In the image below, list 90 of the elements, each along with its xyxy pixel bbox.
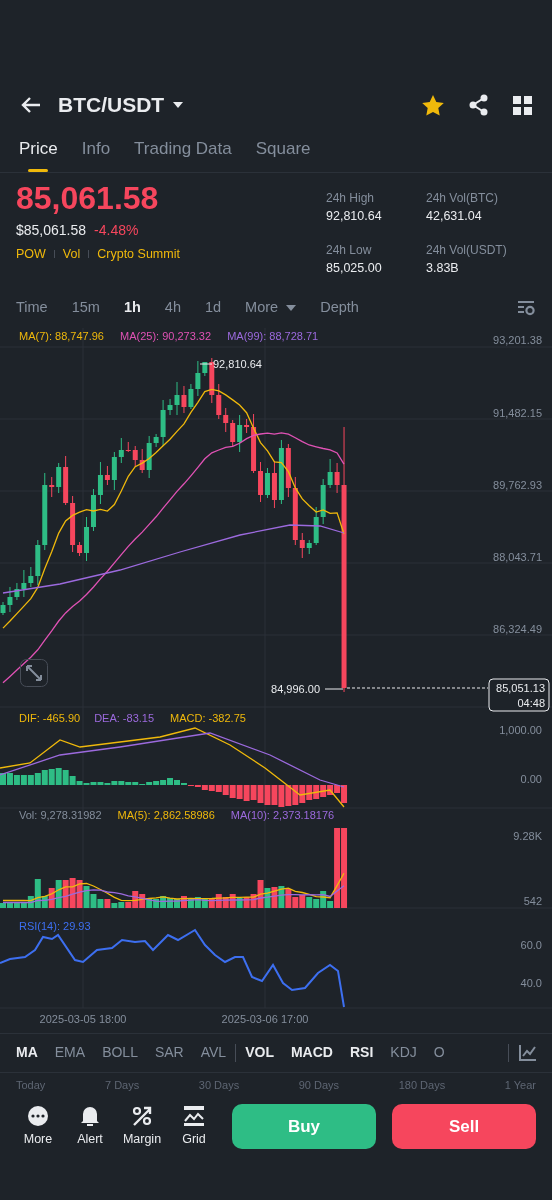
time-axis-label: 2025-03-05 18:00 xyxy=(39,1012,127,1025)
interval-tab[interactable]: Depth xyxy=(320,296,359,319)
more-icon xyxy=(27,1104,49,1127)
grid-icon[interactable] xyxy=(513,95,532,115)
indicator-tab[interactable]: RSI xyxy=(349,1042,374,1063)
tab[interactable]: Price xyxy=(19,130,58,172)
indicator-tab[interactable]: AVL xyxy=(200,1042,227,1063)
last-price-value: 85,051.13 xyxy=(496,681,545,694)
high-price-label: 92,810.64 xyxy=(213,357,262,370)
interval-tab[interactable]: Time xyxy=(16,296,48,319)
tab[interactable]: Info xyxy=(81,130,111,172)
sell-button[interactable]: Sell xyxy=(392,1104,536,1149)
price-change: -4.48% xyxy=(94,220,139,240)
indicator-value: MACD: -382.75 xyxy=(170,711,246,724)
stat-label: 24h Vol(USDT) xyxy=(426,241,508,259)
grid-chart-icon xyxy=(183,1104,205,1127)
indicator-axis-label: 9.28K xyxy=(513,829,542,842)
back-button[interactable] xyxy=(20,96,42,114)
indicator-axis-label: 542 xyxy=(523,894,542,907)
action-button[interactable]: Margin xyxy=(120,1104,164,1149)
bell-icon xyxy=(79,1104,101,1127)
countdown-timer: 04:48 xyxy=(517,696,545,709)
indicator-value: MA(10): 2,373.18176 xyxy=(230,808,335,821)
indicator-tab[interactable]: MA xyxy=(16,1042,38,1063)
low-price-label: 84,996.00 xyxy=(271,682,320,695)
period-option[interactable]: 30 Days xyxy=(198,1076,240,1093)
buy-button[interactable]: Buy xyxy=(232,1104,376,1149)
indicator-tab[interactable]: KDJ xyxy=(390,1042,417,1063)
tag-link[interactable]: POW xyxy=(16,244,46,264)
interval-tab[interactable]: 4h xyxy=(164,296,181,319)
indicator-axis-label: 40.0 xyxy=(520,976,542,989)
caret-icon xyxy=(172,101,185,109)
leader-line xyxy=(324,688,344,689)
tab[interactable]: Trading Data xyxy=(134,130,232,172)
interval-tab[interactable]: 1h xyxy=(123,296,141,319)
indicator-value: Vol: 9,278.31982 xyxy=(19,808,102,821)
stat-label: 24h Vol(BTC) xyxy=(426,189,500,207)
indicator-axis-label: 1,000.00 xyxy=(499,723,542,736)
percent-icon xyxy=(131,1104,153,1127)
price-axis-label: 93,201.38 xyxy=(493,333,542,346)
leader-line xyxy=(199,363,213,364)
indicator-axis-label: 0.00 xyxy=(520,772,542,785)
action-button[interactable]: More xyxy=(16,1104,60,1149)
indicator-tab[interactable]: SAR xyxy=(154,1042,184,1063)
stat-value: 3.83B xyxy=(426,259,460,277)
price-tag-background xyxy=(488,678,550,711)
indicator-tab[interactable]: BOLL xyxy=(102,1042,138,1063)
star-icon[interactable] xyxy=(421,93,445,117)
indicator-value: MA(5): 2,862.58986 xyxy=(117,808,215,821)
caret-icon xyxy=(286,304,297,311)
price-axis-label: 91,482.15 xyxy=(493,406,542,419)
line-chart-icon[interactable] xyxy=(519,1044,536,1061)
indicator-tab[interactable]: MACD xyxy=(290,1042,333,1063)
stat-value: 85,025.00 xyxy=(326,259,383,277)
period-option[interactable]: 180 Days xyxy=(398,1076,446,1093)
indicator-value: MA(7): 88,747.96 xyxy=(19,329,104,342)
interval-tab[interactable]: More xyxy=(245,296,297,319)
tag-link[interactable]: Crypto Summit xyxy=(97,244,180,264)
indicator-value: DIF: -465.90 xyxy=(19,711,81,724)
price-axis-label: 86,324.49 xyxy=(493,622,542,635)
tab[interactable]: Square xyxy=(255,130,311,172)
share-icon[interactable] xyxy=(469,94,489,116)
indicator-tab[interactable]: VOL xyxy=(245,1042,274,1063)
indicator-value: MA(25): 90,273.32 xyxy=(120,329,212,342)
price-axis-label: 89,762.93 xyxy=(493,478,542,491)
indicator-tab[interactable]: O xyxy=(433,1042,445,1063)
period-option[interactable]: Today xyxy=(16,1076,46,1093)
stat-label: 24h Low xyxy=(326,241,373,259)
stat-value: 92,810.64 xyxy=(326,207,383,225)
indicator-value: MA(99): 88,728.71 xyxy=(227,329,319,342)
period-option[interactable]: 7 Days xyxy=(104,1076,140,1093)
tag-link[interactable]: Vol xyxy=(62,244,81,264)
chart-settings-icon[interactable] xyxy=(518,299,536,316)
indicator-value: DEA: -83.15 xyxy=(94,711,155,724)
period-option[interactable]: 90 Days xyxy=(298,1076,340,1093)
interval-tab[interactable]: 1d xyxy=(204,296,222,319)
price-axis-label: 88,043.71 xyxy=(493,550,542,563)
usd-price: $85,061.58 xyxy=(16,220,87,240)
indicator-tab[interactable]: EMA xyxy=(54,1042,86,1063)
period-option[interactable]: 1 Year xyxy=(504,1076,536,1093)
stat-label: 24h High xyxy=(326,189,376,207)
action-button[interactable]: Alert xyxy=(68,1104,112,1149)
expand-icon[interactable] xyxy=(20,659,48,686)
indicator-value: RSI(14): 29.93 xyxy=(19,919,91,932)
action-button[interactable]: Grid xyxy=(172,1104,216,1149)
stat-value: 42,631.04 xyxy=(426,207,483,225)
last-price: 85,061.58 xyxy=(16,180,160,216)
indicator-axis-label: 60.0 xyxy=(520,938,542,951)
time-axis-label: 2025-03-06 17:00 xyxy=(221,1012,309,1025)
interval-tab[interactable]: 15m xyxy=(71,296,100,319)
